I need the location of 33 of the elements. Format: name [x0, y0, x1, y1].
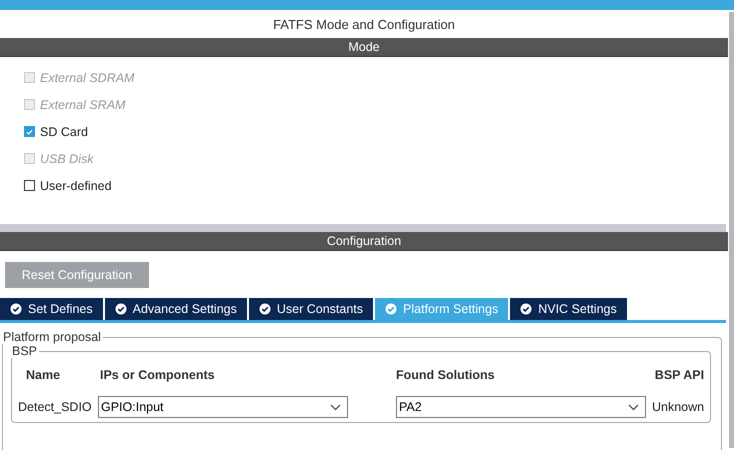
splitter-bar[interactable]: [0, 224, 726, 232]
option-label: USB Disk: [40, 152, 94, 166]
caret-icon: [628, 404, 639, 410]
option-label: External SRAM: [40, 98, 126, 112]
check-circle-icon: [10, 303, 22, 315]
name-cell-text: Detect_SDIO: [18, 400, 93, 414]
checkbox[interactable]: [24, 126, 35, 137]
scrollbar[interactable]: [729, 12, 734, 448]
tab[interactable]: NVIC Settings: [510, 298, 627, 320]
option-label: External SDRAM: [40, 70, 134, 84]
tab[interactable]: Advanced Settings: [104, 298, 247, 320]
check-circle-icon: [385, 303, 398, 315]
dropdown[interactable]: GPIO:Input: [98, 396, 348, 418]
api-cell: Unknown: [652, 400, 704, 414]
column-header: IPs or Components: [99, 368, 216, 382]
check-circle-icon: [520, 303, 532, 315]
column-header: Found Solutions: [396, 368, 496, 382]
tab[interactable]: Set Defines: [0, 298, 103, 320]
check-circle-icon: [114, 303, 127, 315]
tab[interactable]: User Constants: [248, 298, 374, 320]
option-label: SD Card: [40, 124, 88, 138]
checkbox[interactable]: [24, 180, 35, 191]
dropdown[interactable]: PA2: [396, 396, 646, 418]
group-legend: BSP: [10, 344, 40, 358]
caret-icon: [330, 404, 341, 410]
column-header: BSP API: [654, 368, 704, 382]
check-circle-icon: [258, 303, 271, 315]
option-label: User-defined: [40, 178, 112, 192]
section-header: Configuration: [0, 232, 728, 251]
group-legend: Platform proposal: [1, 330, 103, 344]
panel-title: FATFS Mode and Configuration: [272, 16, 456, 34]
column-header: Name: [25, 368, 62, 382]
section-header: Mode: [0, 38, 728, 57]
